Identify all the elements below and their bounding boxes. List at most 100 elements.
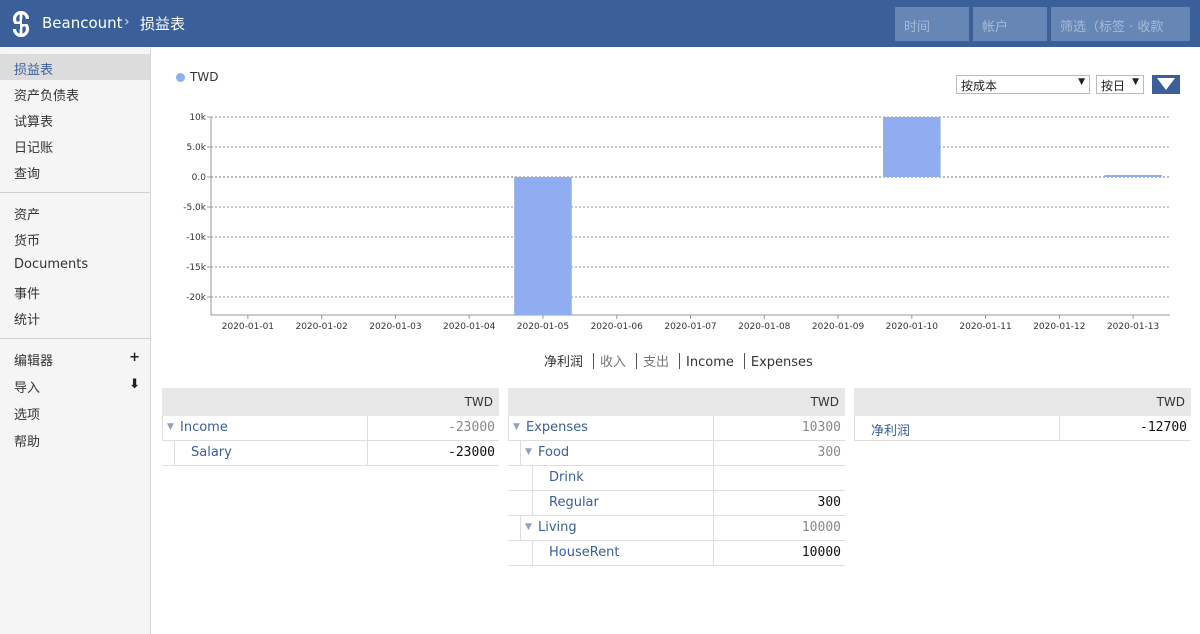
x-tick-label: 2020-01-04 (443, 322, 496, 332)
table-row: 净利润 -12700 (854, 416, 1191, 441)
balance-value: 10000 (801, 520, 841, 535)
balance-value: -12700 (1140, 420, 1187, 435)
table-row: ▼ Income -23000 (162, 416, 499, 441)
chart-mode-income[interactable]: 收入 (600, 351, 626, 370)
y-tick-label: -5.0k (183, 203, 207, 213)
row-border (532, 541, 533, 566)
column-divider (713, 416, 714, 441)
balance-value: -23000 (448, 420, 495, 435)
column-divider (713, 441, 714, 466)
row-border (174, 441, 175, 466)
account-link[interactable]: 净利润 (871, 420, 910, 439)
expand-toggle-icon[interactable]: ▼ (513, 422, 520, 432)
table-header-currency: TWD (162, 388, 499, 416)
x-tick-label: 2020-01-11 (959, 322, 1011, 332)
interval-select-value: 按日 (1101, 79, 1126, 93)
account-link[interactable]: HouseRent (549, 545, 620, 560)
y-tick-label: -10k (186, 233, 207, 243)
x-tick-label: 2020-01-02 (295, 322, 347, 332)
account-link[interactable]: Salary (191, 445, 232, 460)
legend-label[interactable]: TWD (190, 70, 218, 84)
chart-mode-net-profit[interactable]: 净利润 (544, 351, 583, 370)
time-filter-input[interactable]: 时间 (895, 7, 969, 41)
y-tick-label: -15k (186, 263, 207, 273)
sidebar-item-balance-sheet[interactable]: 资产负债表 (0, 80, 150, 106)
table-header-currency: TWD (854, 388, 1191, 416)
chart-mode-expenses-treemap[interactable]: Expenses (751, 355, 813, 370)
y-tick-label: -20k (186, 293, 207, 303)
bar-chart: 10k 5.0k 0.0 -5.0k -10k -15k -20k 2020-01-01 202… (183, 113, 1170, 332)
sidebar-divider (0, 192, 151, 193)
account-link[interactable]: Drink (549, 470, 584, 485)
income-tree-table: TWD ▼ Income -23000 Salary -23000 (162, 388, 499, 466)
chevron-down-icon: ▼ (1078, 77, 1085, 87)
row-border (532, 466, 533, 491)
chart-toggle-button[interactable] (1152, 75, 1180, 94)
page-title: 损益表 (140, 15, 186, 33)
chart-mode-expenses[interactable]: 支出 (643, 351, 669, 370)
account-link[interactable]: Food (538, 445, 569, 460)
x-tick-label: 2020-01-09 (812, 322, 865, 332)
table-row: HouseRent 10000 (508, 541, 845, 566)
tag-payee-filter-input[interactable]: 筛选（标签 · 收款 (1051, 7, 1190, 41)
sidebar-item-trial-balance[interactable]: 试算表 (0, 106, 150, 132)
column-divider (367, 416, 368, 441)
row-border (520, 516, 521, 541)
y-tick-label: 10k (189, 113, 206, 123)
row-border (508, 416, 509, 441)
sidebar-item-income-statement[interactable]: 损益表 (0, 54, 150, 80)
y-tick-label: 0.0 (192, 173, 207, 183)
x-tick-label: 2020-01-05 (517, 322, 569, 332)
sidebar-item-commodities[interactable]: 货币 (0, 225, 150, 251)
sidebar-item-import[interactable]: 导入 ⬇ (0, 372, 150, 398)
x-tick-label: 2020-01-10 (886, 322, 939, 332)
net-profit-tree-table: TWD 净利润 -12700 (854, 388, 1191, 441)
row-border (520, 441, 521, 466)
sidebar-item-query[interactable]: 查询 (0, 158, 150, 184)
chevron-down-icon: ▼ (1132, 77, 1139, 87)
legend-swatch[interactable] (176, 73, 185, 82)
account-link[interactable]: Regular (549, 495, 599, 510)
sidebar-item-help[interactable]: 帮助 (0, 426, 150, 452)
column-divider (367, 441, 368, 466)
row-border (854, 416, 855, 441)
brand-link[interactable]: Beancount (42, 14, 123, 32)
sidebar-item-documents[interactable]: Documents (0, 252, 150, 278)
chart-bar (514, 177, 572, 315)
sidebar-item-editor[interactable]: 编辑器 + (0, 345, 150, 371)
chart-mode-income-treemap[interactable]: Income (686, 355, 734, 370)
sidebar-item-statistics[interactable]: 统计 (0, 304, 150, 330)
plus-icon[interactable]: + (129, 350, 140, 365)
expand-toggle-icon[interactable]: ▼ (525, 447, 532, 457)
x-tick-label: 2020-01-06 (591, 322, 644, 332)
sidebar-item-journal[interactable]: 日记账 (0, 132, 150, 158)
table-header-currency: TWD (508, 388, 845, 416)
x-tick-label: 2020-01-07 (664, 322, 716, 332)
balance-value: 10000 (801, 545, 841, 560)
conversion-select[interactable]: 按成本 ▼ (956, 75, 1090, 94)
expand-toggle-icon[interactable]: ▼ (525, 522, 532, 532)
account-filter-input[interactable]: 帐户 (973, 7, 1047, 41)
table-row: ▼ Expenses 10300 (508, 416, 845, 441)
sidebar-item-holdings[interactable]: 资产 (0, 199, 150, 225)
beancount-logo-icon[interactable] (9, 11, 33, 37)
balance-value: 300 (817, 445, 841, 460)
table-row: Salary -23000 (162, 441, 499, 466)
conversion-select-value: 按成本 (961, 79, 998, 93)
sidebar-item-events[interactable]: 事件 (0, 278, 150, 304)
table-row: ▼ Living 10000 (508, 516, 845, 541)
account-link[interactable]: Living (538, 520, 577, 535)
column-divider (713, 516, 714, 541)
expenses-tree-table: TWD ▼ Expenses 10300 ▼ Food 300 Drink Regular 30… (508, 388, 845, 566)
chart-bar (1104, 175, 1162, 177)
account-link[interactable]: Expenses (526, 420, 588, 435)
column-divider (1059, 416, 1060, 441)
chart-mode-switcher: 净利润 收入 支出 Income Expenses (544, 351, 813, 370)
x-tick-label: 2020-01-08 (738, 322, 791, 332)
x-tick-label: 2020-01-13 (1107, 322, 1159, 332)
sidebar-item-options[interactable]: 选项 (0, 399, 150, 425)
interval-select[interactable]: 按日 ▼ (1096, 75, 1144, 94)
account-link[interactable]: Income (180, 420, 228, 435)
mode-divider (679, 353, 681, 369)
expand-toggle-icon[interactable]: ▼ (167, 422, 174, 432)
